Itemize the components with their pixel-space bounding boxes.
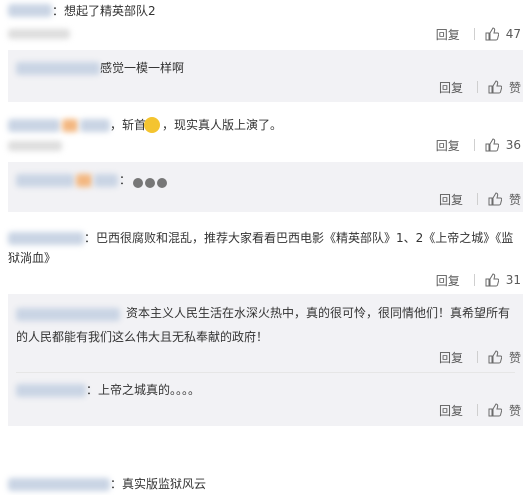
thumbs-up-icon[interactable] <box>488 192 502 206</box>
username-blurred <box>94 174 118 187</box>
thumbs-up-icon[interactable] <box>488 403 502 417</box>
divider <box>476 193 478 205</box>
username-blurred[interactable] <box>8 232 84 245</box>
reply-button[interactable]: 回复 <box>439 349 463 366</box>
comment-text-part: ，现实真人版上演了。 <box>162 118 283 132</box>
thumbs-up-icon[interactable] <box>488 80 502 94</box>
thumbs-up-icon[interactable] <box>485 273 499 287</box>
comment-text-line: ：巴西很腐败和混乱，推荐大家看看巴西电影《精英部队》1、2《上帝之城》《监 <box>84 231 514 245</box>
thumbs-up-icon[interactable] <box>488 350 502 364</box>
username-blurred <box>80 119 110 132</box>
comment-text-line: 狱淌血》 <box>8 251 57 265</box>
reply-actions: 回复 赞 <box>439 402 521 418</box>
like-label: 赞 <box>508 192 521 207</box>
reply-button[interactable]: 回复 <box>439 402 463 419</box>
reply-text-line: 资本主义人民生活在水深火热中，真的很可怜，很同情他们！真希望所有 <box>126 306 511 320</box>
timestamp-blurred <box>8 29 70 39</box>
username-blurred[interactable] <box>16 384 86 397</box>
username-blurred[interactable] <box>8 4 52 17</box>
timestamp-blurred <box>8 141 62 151</box>
grin-emoji-icon <box>144 117 160 133</box>
reply-text-line: 的人民都能有我们这么伟大且无私奉献的政府！ <box>16 330 269 344</box>
badge-blurred <box>76 174 92 187</box>
like-label: 赞 <box>508 80 521 95</box>
divider <box>476 351 478 363</box>
reply-text: ： <box>119 173 132 187</box>
thumbs-up-icon[interactable] <box>485 27 499 41</box>
divider <box>476 404 478 416</box>
reply-button[interactable]: 回复 <box>436 272 460 289</box>
comment-actions: 回复 36 <box>436 137 521 153</box>
divider <box>473 28 475 40</box>
reply-text: 感觉一模一样啊 <box>100 61 185 75</box>
like-label: 赞 <box>508 403 521 418</box>
thumbs-up-icon[interactable] <box>485 138 499 152</box>
reply-button[interactable]: 回复 <box>436 137 460 154</box>
comment-actions: 回复 31 <box>436 272 521 288</box>
reply-button[interactable]: 回复 <box>439 191 463 208</box>
reply-text: ：上帝之城真的。。。。 <box>86 383 201 397</box>
divider <box>476 81 478 93</box>
like-label: 赞 <box>508 350 521 365</box>
badge-blurred <box>62 119 78 132</box>
username-blurred[interactable] <box>16 308 120 321</box>
like-count: 47 <box>505 27 521 41</box>
divider <box>473 274 475 286</box>
sob-emoji-icon <box>132 175 168 189</box>
comment-text-part: ，斩首 <box>110 118 147 132</box>
divider <box>473 139 475 151</box>
username-blurred[interactable] <box>16 62 100 75</box>
like-count: 36 <box>505 138 521 152</box>
username-blurred[interactable] <box>8 119 60 132</box>
comment-text: ：想起了精英部队2 <box>52 4 156 18</box>
reply-actions: 回复 赞 <box>439 349 521 365</box>
comment-text: ：真实版监狱风云 <box>110 477 207 491</box>
username-blurred[interactable] <box>16 174 74 187</box>
reply-divider <box>16 372 515 373</box>
username-blurred[interactable] <box>8 478 110 491</box>
like-count: 31 <box>505 273 521 287</box>
reply-actions: 回复 赞 <box>439 191 521 207</box>
comment-actions: 回复 47 <box>436 26 521 42</box>
reply-button[interactable]: 回复 <box>439 79 463 96</box>
reply-button[interactable]: 回复 <box>436 26 460 43</box>
reply-actions: 回复 赞 <box>439 79 521 95</box>
